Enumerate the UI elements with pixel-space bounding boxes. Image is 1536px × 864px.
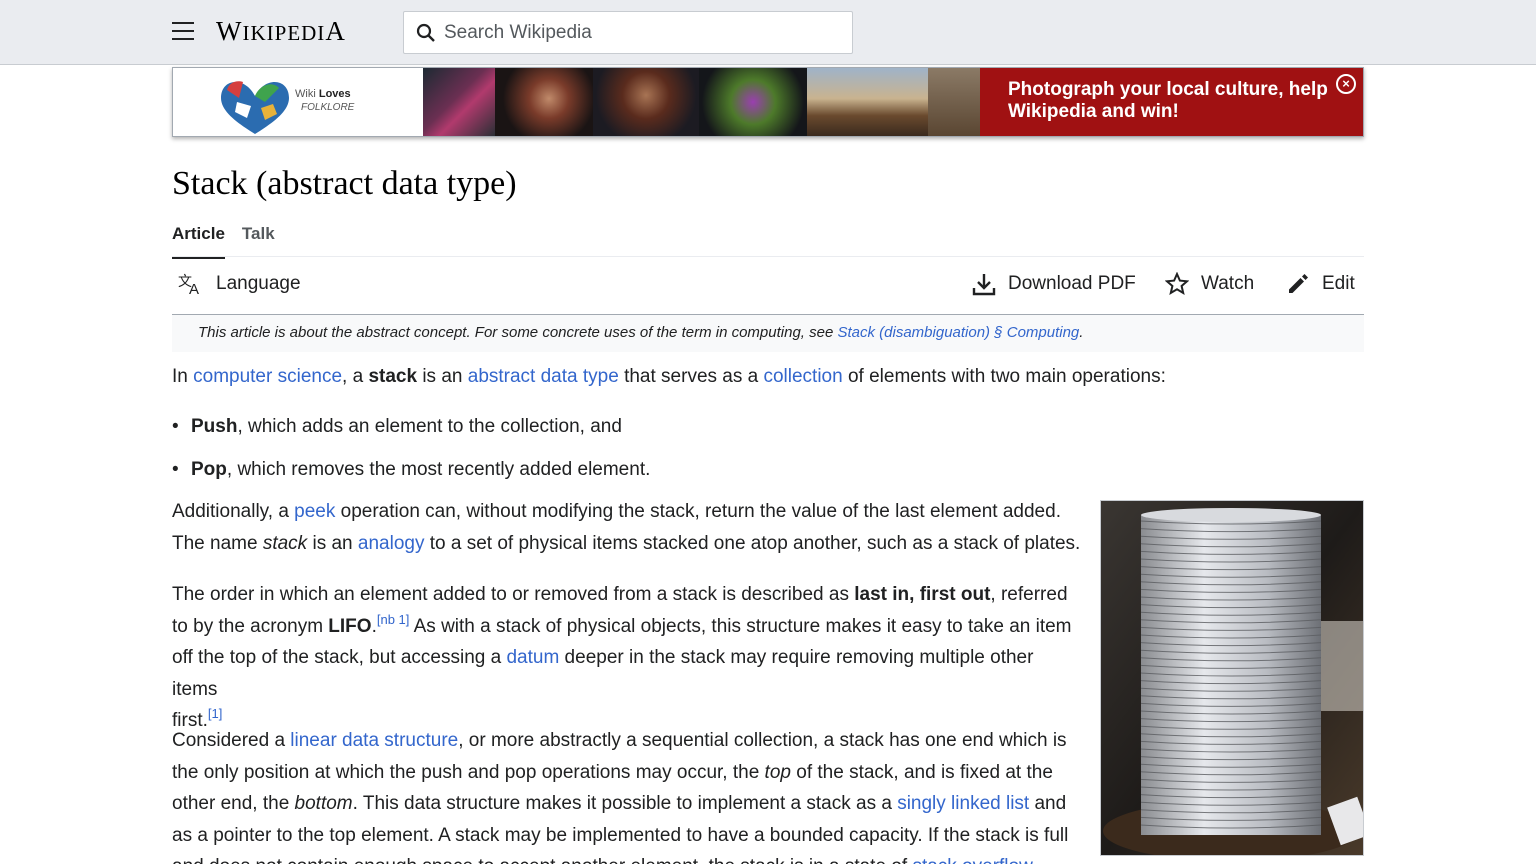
folklore-photo xyxy=(928,68,980,136)
hatnote: This article is about the abstract conce… xyxy=(172,315,1364,352)
svg-text:A: A xyxy=(189,281,199,296)
language-button[interactable]: 文 A Language xyxy=(178,272,301,296)
disambiguation-link[interactable]: Stack (disambiguation) § Computing xyxy=(837,324,1079,341)
folklore-photo xyxy=(423,68,495,136)
namespace-tabs: Article Talk xyxy=(172,224,275,259)
lifo-paragraph: The order in which an element added to o… xyxy=(172,584,1072,731)
link-linear-data-structure[interactable]: linear data structure xyxy=(290,730,458,751)
site-header: WIKIPEDIA xyxy=(0,0,1536,65)
banner-call-to-action[interactable]: Photograph your local culture, help Wiki… xyxy=(980,68,1363,136)
tab-talk[interactable]: Talk xyxy=(242,224,275,259)
peek-paragraph: Additionally, a peek operation can, with… xyxy=(172,501,1081,554)
folklore-photo xyxy=(807,68,928,136)
language-label: Language xyxy=(216,273,301,294)
link-analogy[interactable]: analogy xyxy=(358,533,425,554)
link-abstract-data-type[interactable]: abstract data type xyxy=(468,366,619,387)
link-peek[interactable]: peek xyxy=(294,501,335,522)
folklore-photo xyxy=(699,68,807,136)
campaign-banner[interactable]: Wiki Loves FOLKLORE Photograph your loca… xyxy=(172,67,1364,137)
main-menu-icon[interactable] xyxy=(172,22,194,42)
page-title: Stack (abstract data type) xyxy=(172,165,517,202)
folklore-photo xyxy=(495,68,593,136)
watch-label: Watch xyxy=(1201,273,1255,294)
page-toolbar: 文 A Language Download PDF Watch Edit xyxy=(172,266,1364,304)
stack-of-plates-image[interactable] xyxy=(1100,500,1364,856)
link-collection[interactable]: collection xyxy=(763,366,842,387)
operations-list: Push, which adds an element to the colle… xyxy=(172,416,650,502)
tab-article[interactable]: Article xyxy=(172,224,225,259)
list-item: Push, which adds an element to the colle… xyxy=(172,416,650,459)
plates-photo xyxy=(1101,501,1363,855)
search-icon xyxy=(416,23,435,42)
footnote-nb1[interactable]: [nb 1] xyxy=(377,612,410,627)
folklore-photo xyxy=(593,68,699,136)
pencil-icon xyxy=(1289,274,1308,293)
search-box[interactable] xyxy=(403,11,853,54)
download-icon xyxy=(972,274,996,296)
wikipedia-wordmark[interactable]: WIKIPEDIA xyxy=(216,16,346,47)
link-stack-overflow[interactable]: stack overflow xyxy=(912,856,1031,864)
footnote-1[interactable]: [1] xyxy=(208,706,222,721)
download-pdf-button[interactable]: Download PDF xyxy=(972,272,1136,296)
edit-label: Edit xyxy=(1322,273,1355,294)
edit-button[interactable]: Edit xyxy=(1286,272,1355,296)
link-datum[interactable]: datum xyxy=(506,647,559,668)
download-pdf-label: Download PDF xyxy=(1008,273,1136,294)
link-computer-science[interactable]: computer science xyxy=(193,366,342,387)
close-banner-icon[interactable]: × xyxy=(1336,74,1356,94)
wiki-loves-folklore-logo: Wiki Loves FOLKLORE xyxy=(173,68,423,136)
language-icon: 文 A xyxy=(178,274,199,296)
structure-paragraph: Considered a linear data structure, or m… xyxy=(172,725,1082,864)
watch-button[interactable]: Watch xyxy=(1165,272,1254,296)
search-input[interactable] xyxy=(444,21,824,44)
star-icon xyxy=(1165,272,1189,296)
tabs-divider xyxy=(172,256,1364,257)
intro-paragraph: In computer science, a stack is an abstr… xyxy=(172,366,1166,387)
link-singly-linked-list[interactable]: singly linked list xyxy=(897,793,1029,814)
folklore-photo-strip xyxy=(423,68,980,136)
